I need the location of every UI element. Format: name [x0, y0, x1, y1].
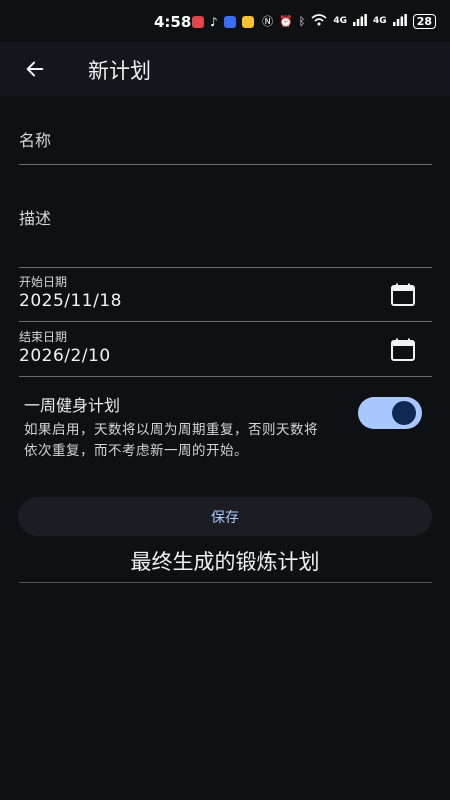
toggle-knob	[392, 401, 416, 425]
weekly-plan-toggle[interactable]	[358, 397, 422, 429]
wifi-icon	[311, 13, 327, 29]
status-time: 4:58	[154, 13, 192, 31]
end-date-value: 2026/2/10	[19, 346, 111, 366]
weekly-plan-setting: 一周健身计划 如果启用，天数将以周为周期重复，否则天数将依次重复，而不考虑新一周…	[24, 392, 324, 462]
arrow-left-icon	[26, 61, 44, 77]
tiktok-icon: ♪	[210, 15, 218, 29]
divider	[19, 582, 432, 583]
battery-icon: 28	[412, 13, 436, 29]
calendar-icon[interactable]	[390, 338, 416, 366]
weekly-plan-description: 如果启用，天数将以周为周期重复，否则天数将依次重复，而不考虑新一周的开始。	[24, 422, 318, 459]
weekly-plan-title: 一周健身计划	[24, 396, 121, 415]
status-bar: 4:58 ♪ Ⓝ ⏰ ᛒ 4G 4G 28	[0, 0, 450, 42]
network-label: 4G	[373, 16, 387, 26]
page-title: 新计划	[88, 59, 151, 83]
save-button[interactable]: 保存	[18, 497, 432, 536]
description-field[interactable]: 描述	[19, 190, 432, 268]
name-field-label: 名称	[19, 131, 52, 150]
name-field[interactable]: 名称	[19, 110, 432, 165]
app-notification-icon	[223, 16, 236, 28]
end-date-field[interactable]: 结束日期 2026/2/10	[19, 322, 432, 377]
system-status-icons: Ⓝ ⏰ ᛒ 4G 4G 28	[262, 13, 436, 29]
start-date-field[interactable]: 开始日期 2025/11/18	[19, 267, 432, 322]
signal-icon	[353, 13, 367, 29]
nfc-icon: Ⓝ	[262, 15, 274, 28]
back-button[interactable]	[20, 54, 50, 84]
alarm-icon: ⏰	[279, 14, 293, 28]
app-notification-icon	[192, 16, 204, 28]
bluetooth-icon: ᛒ	[298, 14, 306, 28]
calendar-icon[interactable]	[390, 283, 416, 311]
app-bar: 新计划	[0, 42, 450, 96]
network-label: 4G	[333, 16, 348, 26]
notification-icons: ♪	[192, 15, 254, 29]
description-field-label: 描述	[19, 209, 52, 228]
app-notification-icon	[241, 16, 254, 28]
start-date-label: 开始日期	[19, 275, 68, 289]
signal-icon	[392, 13, 407, 29]
final-plan-title: 最终生成的锻炼计划	[130, 550, 320, 574]
end-date-label: 结束日期	[19, 330, 68, 344]
start-date-value: 2025/11/18	[19, 291, 122, 311]
